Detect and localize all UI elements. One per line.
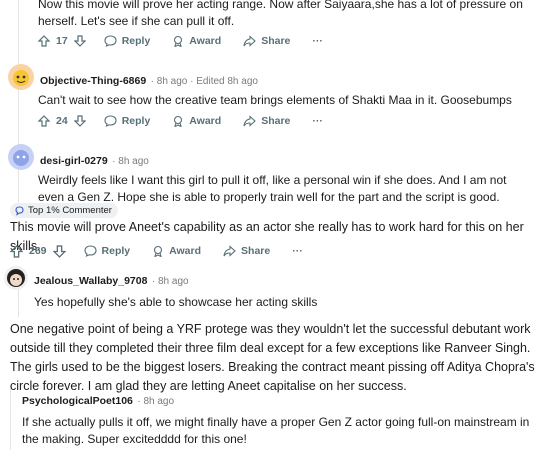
flair-label: Top 1% Commenter <box>28 205 112 216</box>
award-label: Award <box>169 245 202 257</box>
comment-text: Yes hopefully she's able to showcase her… <box>34 295 318 309</box>
comment-header: PsychologicalPoet106 · 8h ago <box>22 391 174 409</box>
comment-text: One negative point of being a YRF proteg… <box>10 322 535 393</box>
award-icon <box>154 245 163 257</box>
comment-actions: 17 Reply Award Share ··· <box>38 32 345 50</box>
reply-label: Reply <box>121 35 151 47</box>
reply-button[interactable]: Reply <box>104 35 151 47</box>
downvote-icon[interactable] <box>73 115 86 127</box>
reply-label: Reply <box>121 115 151 127</box>
share-button[interactable]: Share <box>243 115 290 127</box>
avatar[interactable] <box>8 144 34 170</box>
comment-actions: 269 Reply Award Share ··· <box>10 242 325 260</box>
comment-header: Objective-Thing-6869 · 8h ago · Edited 8… <box>40 71 258 89</box>
share-label: Share <box>261 35 291 47</box>
share-icon <box>243 115 257 127</box>
share-button[interactable]: Share <box>243 35 290 47</box>
share-icon <box>243 35 257 47</box>
reply-button[interactable]: Reply <box>83 245 131 257</box>
comment-author[interactable]: PsychologicalPoet106 <box>22 395 133 407</box>
upvote-icon[interactable] <box>38 115 50 127</box>
comment-timestamp: · 8h ago <box>151 276 189 287</box>
downvote-icon[interactable] <box>73 35 86 47</box>
comment-header: Jealous_Wallaby_9708 · 8h ago <box>34 271 189 289</box>
comment-author[interactable]: Jealous_Wallaby_9708 <box>34 275 147 287</box>
reply-label: Reply <box>101 245 131 257</box>
reply-icon <box>104 35 117 47</box>
reply-button[interactable]: Reply <box>104 115 151 127</box>
comment-timestamp: · 8h ago · Edited 8h ago <box>150 76 258 87</box>
award-button[interactable]: Award <box>152 245 201 257</box>
commenter-flair: Top 1% Commenter <box>10 203 118 218</box>
more-options-button[interactable]: ··· <box>312 115 323 127</box>
reply-icon <box>83 245 97 257</box>
share-label: Share <box>241 245 271 257</box>
award-icon <box>174 35 183 47</box>
vote-count: 24 <box>56 115 68 127</box>
comment-actions: 24 Reply Award Share ··· <box>38 112 345 130</box>
share-icon <box>223 245 236 257</box>
comment-timestamp: · 8h ago <box>112 156 149 167</box>
share-button[interactable]: Share <box>223 245 270 257</box>
award-icon <box>174 115 183 127</box>
comment-author[interactable]: desi-girl-0279 <box>40 155 108 167</box>
comment-text: Can't wait to see how the creative team … <box>38 93 512 107</box>
vote-control: 269 <box>10 244 66 258</box>
comment-text: Now this movie will prove her acting ran… <box>38 0 523 28</box>
snoo-avatar-icon <box>13 70 29 86</box>
cartoon-avatar-icon <box>7 269 25 287</box>
reply-icon <box>104 115 117 127</box>
thread-rail <box>18 0 19 205</box>
vote-control: 24 <box>38 115 86 127</box>
comment-text: Weirdly feels like I want this girl to p… <box>38 173 507 204</box>
vote-count: 17 <box>56 35 68 47</box>
more-options-button[interactable]: ··· <box>292 245 303 257</box>
award-button[interactable]: Award <box>172 35 221 47</box>
avatar[interactable] <box>4 266 28 290</box>
vote-count: 269 <box>29 245 47 257</box>
snoo-avatar-icon <box>13 150 29 166</box>
award-label: Award <box>189 115 222 127</box>
vote-control: 17 <box>38 35 86 47</box>
upvote-icon[interactable] <box>10 244 23 258</box>
award-label: Award <box>189 35 222 47</box>
top-commenter-icon <box>15 206 24 216</box>
comment-timestamp: · 8h ago <box>137 396 175 407</box>
comment-author[interactable]: Objective-Thing-6869 <box>40 75 146 87</box>
comment-header: desi-girl-0279 · 8h ago <box>40 151 149 169</box>
avatar[interactable] <box>8 64 34 90</box>
comment-text: If she actually pulls it off, we might f… <box>22 415 530 446</box>
award-button[interactable]: Award <box>172 115 221 127</box>
upvote-icon[interactable] <box>38 35 50 47</box>
share-label: Share <box>261 115 291 127</box>
more-options-button[interactable]: ··· <box>312 35 323 47</box>
downvote-icon[interactable] <box>52 244 66 258</box>
